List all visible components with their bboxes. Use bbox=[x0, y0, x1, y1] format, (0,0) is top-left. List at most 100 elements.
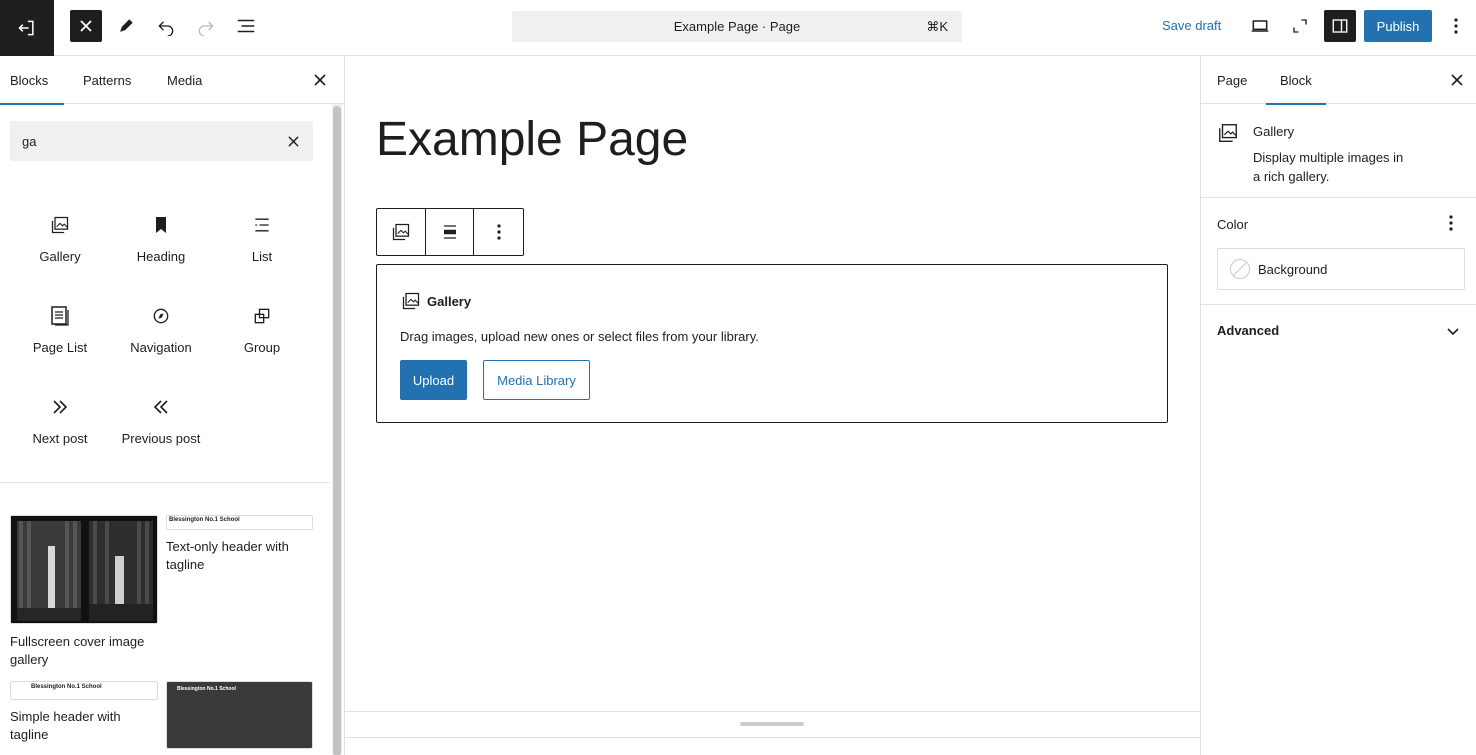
close-icon bbox=[1451, 74, 1463, 86]
list-icon bbox=[250, 213, 274, 237]
block-options-button[interactable] bbox=[474, 209, 523, 255]
chevron-double-right-icon bbox=[48, 395, 72, 419]
exit-icon bbox=[18, 20, 34, 36]
block-item-label: Group bbox=[243, 340, 281, 355]
close-inserter-button[interactable] bbox=[70, 10, 102, 42]
editor-topbar: Example Page · Page ⌘K Save draft Publis… bbox=[0, 0, 1476, 56]
tab-media[interactable]: Media bbox=[167, 56, 202, 104]
block-item-label: Navigation bbox=[130, 340, 192, 355]
inserter-tabs: Blocks Patterns Media bbox=[0, 56, 344, 105]
close-inserter-button[interactable] bbox=[308, 68, 332, 92]
gallery-title-text: Gallery bbox=[427, 293, 472, 309]
block-item-label: Previous post bbox=[121, 431, 201, 446]
section-divider bbox=[0, 482, 330, 483]
block-item-navigation[interactable]: Navigation bbox=[111, 292, 211, 364]
tab-blocks[interactable]: Blocks bbox=[0, 56, 65, 105]
tools-button[interactable] bbox=[110, 10, 142, 42]
color-panel-title: Color bbox=[1217, 217, 1249, 232]
save-draft-button[interactable]: Save draft bbox=[1162, 18, 1221, 33]
pattern-label: Simple header with tagline bbox=[10, 709, 121, 742]
block-item-heading[interactable]: Heading bbox=[111, 201, 211, 273]
back-to-dashboard-button[interactable] bbox=[0, 0, 54, 56]
pencil-icon bbox=[120, 19, 133, 32]
upload-button[interactable]: Upload bbox=[400, 360, 467, 400]
sidebar-icon bbox=[1332, 19, 1348, 33]
canvas-divider bbox=[345, 711, 1200, 712]
color-options-button[interactable] bbox=[1449, 215, 1453, 234]
publish-button[interactable]: Publish bbox=[1364, 10, 1432, 42]
block-item-label: Gallery bbox=[39, 249, 81, 264]
block-type-button[interactable] bbox=[377, 209, 426, 255]
close-icon bbox=[80, 20, 92, 32]
block-item-list[interactable]: List bbox=[212, 201, 312, 273]
editor-footer bbox=[345, 737, 1200, 755]
gallery-icon bbox=[392, 223, 409, 241]
advanced-title: Advanced bbox=[1217, 323, 1280, 338]
document-overview-button[interactable] bbox=[230, 10, 262, 42]
editor-canvas: Example Page Gallery Drag images, upload… bbox=[345, 56, 1200, 755]
block-search-input[interactable]: ga bbox=[10, 121, 313, 161]
gallery-placeholder[interactable]: Gallery Drag images, upload new ones or … bbox=[376, 264, 1168, 423]
close-settings-button[interactable] bbox=[1445, 68, 1469, 92]
tab-page[interactable]: Page bbox=[1217, 56, 1247, 104]
block-item-gallery[interactable]: Gallery bbox=[10, 201, 110, 273]
inserter-scrollbar[interactable] bbox=[332, 104, 342, 755]
gallery-placeholder-title: Gallery bbox=[401, 291, 471, 311]
fullscreen-icon bbox=[1293, 19, 1307, 33]
pattern-thumbnail[interactable]: Blessington No.1 School bbox=[166, 681, 313, 749]
options-menu-button[interactable] bbox=[1440, 10, 1472, 42]
group-icon bbox=[250, 304, 274, 328]
block-item-group[interactable]: Group bbox=[212, 292, 312, 364]
close-icon bbox=[287, 135, 299, 147]
pattern-thumbnail[interactable] bbox=[10, 515, 158, 624]
block-inserter-panel: Blocks Patterns Media ga Gallery Heading… bbox=[0, 56, 345, 755]
pattern-label: Text-only header with tagline bbox=[166, 539, 289, 572]
bookmark-icon bbox=[149, 213, 173, 237]
chevron-double-left-icon bbox=[149, 395, 173, 419]
tab-block[interactable]: Block bbox=[1266, 56, 1326, 105]
gallery-icon bbox=[402, 292, 420, 310]
more-vertical-icon bbox=[1449, 215, 1453, 231]
pattern-thumbnail[interactable]: Blessington No.1 School bbox=[10, 681, 158, 700]
list-view-icon bbox=[237, 19, 255, 33]
media-library-button[interactable]: Media Library bbox=[483, 360, 590, 400]
tab-patterns[interactable]: Patterns bbox=[83, 56, 131, 104]
laptop-icon bbox=[1251, 20, 1269, 32]
block-item-label: List bbox=[251, 249, 273, 264]
background-color-button[interactable]: Background bbox=[1217, 248, 1465, 290]
block-item-next-post[interactable]: Next post bbox=[10, 383, 110, 455]
block-item-previous-post[interactable]: Previous post bbox=[111, 383, 211, 455]
gallery-icon bbox=[48, 213, 72, 237]
gallery-instructions: Drag images, upload new ones or select f… bbox=[400, 329, 759, 344]
pattern-thumb-text: Blessington No.1 School bbox=[169, 517, 240, 523]
settings-tabs: Page Block bbox=[1201, 56, 1476, 105]
settings-toggle-button[interactable] bbox=[1324, 10, 1356, 42]
color-swatch bbox=[1230, 259, 1250, 279]
more-vertical-icon bbox=[497, 224, 501, 240]
command-palette-button[interactable]: Example Page · Page ⌘K bbox=[512, 11, 962, 42]
page-list-icon bbox=[48, 304, 72, 328]
clear-search-button[interactable] bbox=[281, 129, 305, 153]
block-item-label: Page List bbox=[32, 340, 88, 355]
pattern-label: Fullscreen cover image gallery bbox=[10, 634, 145, 667]
block-item-page-list[interactable]: Page List bbox=[10, 292, 110, 364]
undo-button[interactable] bbox=[150, 10, 182, 42]
pattern-thumb-text: Blessington No.1 School bbox=[177, 686, 236, 692]
fullscreen-button[interactable] bbox=[1284, 10, 1316, 42]
background-label: Background bbox=[1258, 261, 1328, 277]
block-card: Gallery Display multiple images in a ric… bbox=[1201, 104, 1476, 198]
redo-button[interactable] bbox=[190, 10, 222, 42]
settings-sidebar: Page Block Gallery Display multiple imag… bbox=[1200, 56, 1476, 755]
pattern-thumb-text: Blessington No.1 School bbox=[31, 684, 102, 690]
advanced-panel-toggle[interactable]: Advanced bbox=[1201, 306, 1476, 356]
preview-button[interactable] bbox=[1244, 10, 1276, 42]
shortcut-hint: ⌘K bbox=[926, 18, 948, 34]
block-card-description: Display multiple images in a rich galler… bbox=[1253, 150, 1404, 184]
resize-handle[interactable] bbox=[740, 722, 804, 726]
align-button[interactable] bbox=[426, 209, 475, 255]
search-value: ga bbox=[22, 133, 37, 149]
page-title[interactable]: Example Page bbox=[376, 112, 688, 167]
chevron-down-icon bbox=[1446, 324, 1460, 341]
undo-icon bbox=[158, 21, 174, 36]
pattern-thumbnail[interactable]: Blessington No.1 School bbox=[166, 515, 313, 530]
